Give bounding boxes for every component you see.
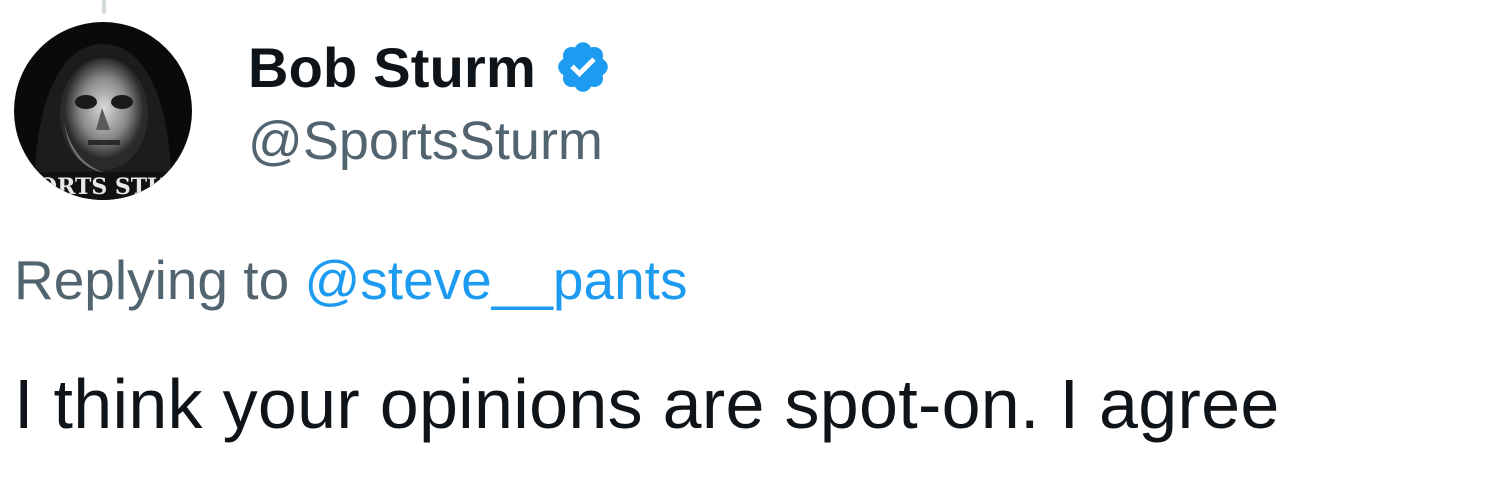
name-row: Bob Sturm bbox=[248, 28, 612, 106]
reply-handle-link[interactable]: @steve__pants bbox=[304, 249, 687, 311]
verified-badge-icon[interactable] bbox=[554, 38, 612, 96]
avatar[interactable]: PORTS STUR bbox=[14, 22, 192, 200]
thread-connector-line bbox=[102, 0, 106, 14]
avatar-text: PORTS STUR bbox=[21, 174, 185, 200]
author-block: Bob Sturm @SportsSturm bbox=[248, 28, 612, 172]
replying-to-label: Replying to bbox=[14, 249, 290, 311]
display-name[interactable]: Bob Sturm bbox=[248, 35, 536, 100]
tweet-card: PORTS STUR Bob Sturm @SportsSturm Replyi… bbox=[0, 0, 1500, 500]
replying-to-line: Replying to @steve__pants bbox=[14, 248, 687, 312]
user-handle[interactable]: @SportsSturm bbox=[248, 110, 612, 172]
tweet-text: I think your opinions are spot-on. I agr… bbox=[14, 365, 1280, 443]
